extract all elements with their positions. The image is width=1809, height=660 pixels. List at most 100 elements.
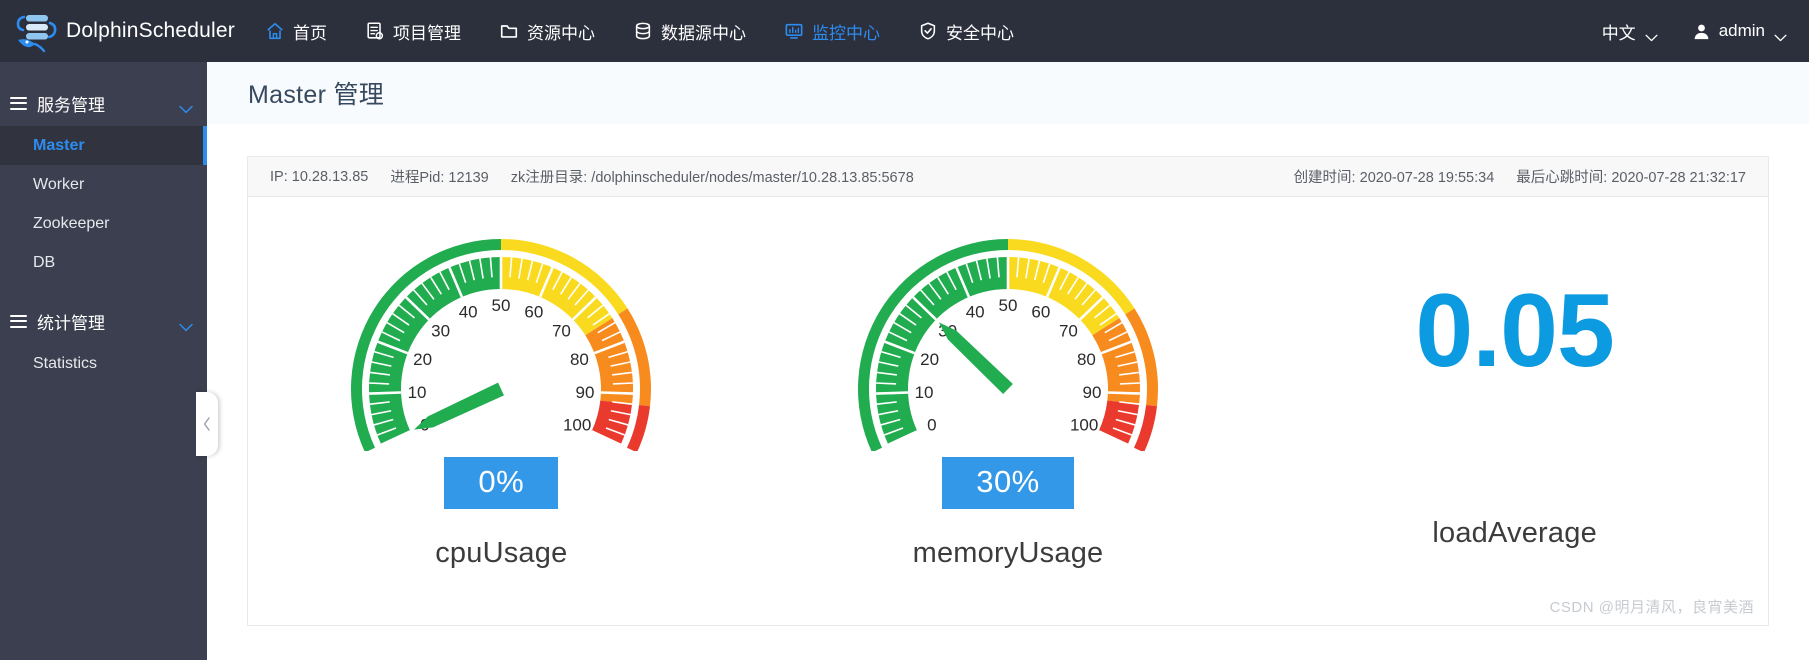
cpu-usage-label: cpuUsage [435, 537, 568, 569]
watermark: CSDN @明月清风，良宵美酒 [1549, 599, 1754, 616]
node-pid-value: 12139 [448, 170, 489, 186]
sidebar-item-worker[interactable]: Worker [0, 165, 207, 204]
sidebar-item-master[interactable]: Master [0, 126, 207, 165]
cpu-usage-value: 0% [444, 457, 559, 509]
sidebar-group-label-service: 服务管理 [37, 95, 105, 115]
svg-text:60: 60 [525, 303, 544, 322]
sidebar-item-db[interactable]: DB [0, 243, 207, 282]
svg-text:40: 40 [459, 303, 478, 322]
user-name: admin [1718, 21, 1765, 40]
brand-name: DolphinScheduler [66, 19, 235, 42]
gauge-cpu-usage-svg: 0102030405060708090100 [351, 239, 652, 451]
sidebar-label-worker: Worker [33, 175, 85, 193]
sidebar-label-statistics: Statistics [33, 354, 98, 372]
chevron-down-icon [1774, 27, 1787, 42]
top-navigation-bar: DolphinScheduler 首页 项目管理 资源中心 数据源中心 监控中心… [0, 0, 1809, 62]
svg-text:20: 20 [920, 350, 939, 369]
nav-label-monitor: 监控中心 [812, 23, 880, 43]
chevron-down-icon [179, 99, 193, 113]
svg-text:100: 100 [1070, 415, 1098, 434]
user-menu[interactable]: admin [1692, 21, 1787, 42]
node-info-right: 创建时间: 2020-07-28 19:55:34 最后心跳时间: 2020-0… [1294, 166, 1746, 187]
monitor-icon [784, 21, 804, 41]
home-icon [265, 21, 285, 41]
svg-text:40: 40 [966, 303, 985, 322]
node-created-label: 创建时间: [1293, 170, 1356, 186]
sidebar-group-statistics[interactable]: 统计管理 [0, 298, 207, 344]
svg-text:80: 80 [570, 350, 589, 369]
nav-item-monitor[interactable]: 监控中心 [765, 0, 899, 62]
database-icon [633, 21, 653, 41]
node-created-value: 2020-07-28 19:55:34 [1359, 170, 1495, 186]
gauge-memory-usage-svg: 0102030405060708090100 [858, 239, 1158, 451]
menu-icon [10, 314, 27, 328]
nav-item-datasource[interactable]: 数据源中心 [614, 0, 765, 62]
svg-text:30: 30 [431, 322, 450, 341]
node-heartbeat-value: 2020-07-28 21:32:17 [1611, 170, 1746, 186]
svg-text:50: 50 [999, 296, 1018, 315]
nav-label-security: 安全中心 [946, 23, 1014, 43]
language-selector[interactable]: 中文 [1602, 19, 1658, 44]
sidebar-collapse-handle[interactable] [196, 392, 218, 456]
brand-logo-area[interactable]: DolphinScheduler [0, 9, 235, 53]
nav-item-resource[interactable]: 资源中心 [480, 0, 614, 62]
dolphinscheduler-logo-icon [14, 9, 60, 53]
sidebar-group-service[interactable]: 服务管理 [0, 80, 207, 126]
svg-text:90: 90 [576, 383, 595, 402]
memory-usage-label: memoryUsage [912, 537, 1104, 569]
master-panel: IP: 10.28.13.85 进程Pid: 12139 zk注册目录: /do… [247, 156, 1769, 626]
svg-text:100: 100 [563, 415, 591, 434]
page-header: Master 管理 [207, 62, 1809, 124]
sidebar-item-statistics[interactable]: Statistics [0, 344, 207, 383]
sidebar-label-zookeeper: Zookeeper [33, 214, 110, 232]
metric-cpu-usage: 0102030405060708090100 0% cpuUsage [286, 211, 716, 570]
project-icon [365, 21, 385, 41]
page-body: 服务管理 Master Worker Zookeeper DB 统计管理 Sta… [0, 62, 1809, 660]
svg-text:70: 70 [1059, 322, 1078, 341]
nav-label-resource: 资源中心 [527, 23, 595, 43]
top-right-controls: 中文 admin [1568, 19, 1809, 44]
page-title: Master 管理 [248, 81, 385, 109]
node-heartbeat-label: 最后心跳时间: [1516, 170, 1608, 186]
svg-text:50: 50 [492, 296, 511, 315]
nav-item-security[interactable]: 安全中心 [899, 0, 1033, 62]
metric-load-average: 0.05 loadAverage [1300, 211, 1730, 550]
node-pid: 进程Pid: 12139 [390, 166, 488, 187]
node-info-bar: IP: 10.28.13.85 进程Pid: 12139 zk注册目录: /do… [248, 157, 1768, 197]
nav-item-project[interactable]: 项目管理 [346, 0, 480, 62]
metrics-row: 0102030405060708090100 0% cpuUsage 01020… [248, 197, 1768, 570]
load-average-value: 0.05 [1415, 273, 1614, 389]
node-ip-label: IP: [270, 168, 288, 185]
svg-text:90: 90 [1082, 383, 1101, 402]
sidebar-label-db: DB [33, 253, 56, 271]
user-avatar-icon [1692, 22, 1711, 41]
sidebar-item-zookeeper[interactable]: Zookeeper [0, 204, 207, 243]
nav-label-home: 首页 [293, 23, 327, 43]
main-content: Master 管理 IP: 10.28.13.85 进程Pid: 12139 z… [207, 62, 1809, 660]
node-heartbeat-time: 最后心跳时间: 2020-07-28 21:32:17 [1516, 166, 1746, 187]
svg-text:10: 10 [408, 383, 427, 402]
sidebar-label-master: Master [33, 136, 85, 154]
svg-text:70: 70 [552, 322, 571, 341]
svg-text:20: 20 [413, 350, 432, 369]
node-zk-path: zk注册目录: /dolphinscheduler/nodes/master/1… [511, 166, 914, 187]
node-ip-value: 10.28.13.85 [291, 168, 369, 185]
nav-label-project: 项目管理 [393, 23, 461, 43]
folder-icon [499, 21, 519, 41]
chevron-down-icon [1645, 27, 1658, 42]
metric-memory-usage: 0102030405060708090100 30% memoryUsage [793, 211, 1223, 570]
node-pid-label: 进程Pid: [390, 170, 445, 186]
nav-label-datasource: 数据源中心 [661, 23, 746, 43]
chevron-left-icon [203, 417, 210, 431]
svg-text:0: 0 [927, 415, 936, 434]
nav-item-home[interactable]: 首页 [246, 0, 346, 62]
svg-text:80: 80 [1077, 350, 1096, 369]
gauge-cpu-usage: 0102030405060708090100 [336, 211, 666, 451]
main-nav: 首页 项目管理 资源中心 数据源中心 监控中心 安全中心 [246, 0, 1033, 62]
gauge-memory-usage: 0102030405060708090100 [843, 211, 1173, 451]
node-created-time: 创建时间: 2020-07-28 19:55:34 [1294, 166, 1495, 187]
menu-icon [10, 96, 27, 110]
chevron-down-icon [179, 317, 193, 331]
sidebar-group-label-statistics: 统计管理 [37, 313, 105, 333]
